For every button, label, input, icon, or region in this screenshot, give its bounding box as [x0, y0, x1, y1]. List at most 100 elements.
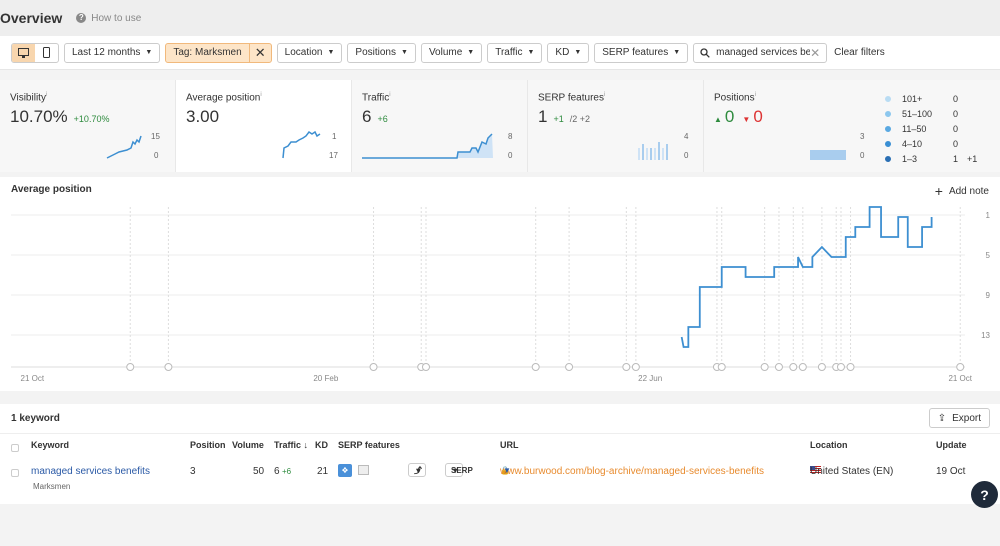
col-update[interactable]: Update: [936, 440, 967, 450]
col-url[interactable]: URL: [500, 440, 519, 450]
visibility-card[interactable]: Visibilityi 10.70% +10.70% 15 0: [0, 80, 176, 172]
note-marker: [565, 363, 574, 371]
positions-dropdown[interactable]: Positions ▼: [347, 42, 416, 63]
tag-filter[interactable]: Tag: Marksmen ✕: [165, 42, 272, 63]
legend-count: 1: [953, 153, 959, 164]
info-icon: i: [45, 92, 48, 98]
visibility-delta: +10.70%: [73, 114, 110, 125]
chevron-down-icon: ▼: [401, 49, 408, 56]
position-cell: 3: [190, 466, 196, 477]
close-icon[interactable]: ✕: [248, 43, 271, 62]
visibility-label: Visibility: [10, 92, 46, 104]
export-button[interactable]: ⇪ Export: [928, 408, 990, 428]
note-marker: [631, 363, 640, 371]
average-position-chart[interactable]: 1 5 9 13 21 Oct 20 Feb 22 Jun 21 Oct: [0, 177, 1000, 391]
kd-cell: 21: [317, 466, 329, 477]
info-icon: i: [603, 92, 606, 98]
col-keyword[interactable]: Keyword: [31, 440, 69, 450]
average-position-label: Average position: [186, 92, 261, 104]
note-marker: [774, 363, 783, 371]
positions-axis-top: 3: [860, 132, 865, 141]
legend-label: 4–10: [902, 138, 923, 149]
average-position-card[interactable]: Average positioni 3.00 1 17: [176, 80, 352, 172]
serp-features-sparkline: [638, 142, 668, 160]
chevron-down-icon: ▼: [527, 49, 535, 56]
clear-search-icon[interactable]: ✕: [810, 46, 820, 60]
row-checkbox[interactable]: [11, 469, 19, 477]
legend-count: 0: [953, 123, 959, 134]
volume-cell: 50: [253, 466, 265, 477]
legend-dot: [885, 95, 891, 102]
search-input[interactable]: managed services be ✕: [693, 42, 828, 63]
traffic-delta: +6: [377, 114, 388, 125]
chevron-down-icon[interactable]: ▼: [503, 466, 511, 475]
kd-label: KD: [555, 47, 570, 58]
col-position[interactable]: Position: [190, 440, 226, 450]
y-tick-label: 5: [986, 251, 991, 260]
serp-features-card-label: SERP features: [538, 92, 604, 104]
note-marker: [164, 363, 173, 371]
positions-axis-bottom: 0: [860, 151, 865, 160]
visibility-sparkline: [106, 135, 142, 159]
visibility-axis-bottom: 0: [154, 151, 159, 160]
export-icon: ⇪: [937, 412, 947, 424]
question-icon: ?: [76, 13, 87, 23]
help-button[interactable]: ?: [971, 481, 998, 508]
serp-features-axis-top: 4: [684, 132, 689, 141]
average-position-chart-panel: Average position + Add note 1 5 9 13 21 Oct 20…: [0, 177, 1000, 391]
serp-button[interactable]: SERP ▾: [445, 463, 473, 477]
average-position-axis-top: 1: [332, 132, 337, 141]
update-cell: 19 Oct: [936, 466, 966, 477]
note-marker: [836, 363, 845, 371]
chevron-down-icon: ▼: [673, 49, 681, 56]
location-dropdown[interactable]: Location ▼: [276, 42, 343, 63]
col-location[interactable]: Location: [810, 440, 848, 450]
table-row: managed services benefits Marksmen 3 50 …: [0, 463, 1000, 496]
positions-label: Positions: [355, 47, 396, 58]
volume-dropdown[interactable]: Volume ▼: [420, 42, 483, 63]
legend-label: 1–3: [902, 153, 918, 164]
legend-dot: [885, 125, 891, 132]
legend-row: 1–3 1 +1: [885, 151, 977, 166]
serp-features-dropdown[interactable]: SERP features ▼: [594, 42, 689, 63]
arrow-up-icon: ▲: [714, 115, 722, 125]
visibility-axis-top: 15: [151, 132, 160, 141]
note-marker: [760, 363, 769, 371]
x-tick-label: 21 Oct: [21, 374, 45, 383]
legend-row: 4–10 0: [885, 136, 977, 151]
tag-filter-label: Tag: Marksmen: [173, 47, 242, 58]
legend-label: 101+: [902, 93, 923, 104]
mobile-icon[interactable]: [35, 44, 58, 62]
y-tick-label: 9: [986, 291, 991, 300]
metrics-row: Visibilityi 10.70% +10.70% 15 0 Average p…: [0, 80, 1000, 172]
kd-dropdown[interactable]: KD ▼: [547, 42, 590, 63]
export-label: Export: [952, 412, 981, 424]
clear-filters-button[interactable]: Clear filters: [834, 47, 885, 58]
chevron-down-icon: ▼: [467, 49, 475, 56]
visibility-value: 10.70%: [10, 107, 68, 127]
location-label: Location: [284, 47, 323, 58]
serp-feature-icon[interactable]: ❖: [338, 464, 352, 477]
desktop-icon[interactable]: [12, 43, 35, 62]
keywords-panel: 1 keyword ⇪ Export Keyword Position Volum…: [0, 404, 1000, 504]
col-serp-features[interactable]: SERP features: [338, 440, 400, 450]
volume-label: Volume: [428, 47, 463, 58]
x-tick-label: 21 Oct: [948, 374, 972, 383]
note-marker: [798, 363, 807, 371]
keywords-header: 1 keyword ⇪ Export: [0, 404, 1000, 434]
legend-dot: [885, 140, 891, 147]
how-to-use-link[interactable]: ? How to use: [76, 13, 141, 24]
legend-count: 0: [953, 108, 959, 119]
col-kd[interactable]: KD: [315, 440, 328, 450]
traffic-card[interactable]: Traffici 6 +6 8 0: [352, 80, 528, 172]
position-history-button[interactable]: ⤴ ▾: [408, 463, 427, 477]
traffic-cell: 6: [274, 466, 280, 477]
keyword-count: 1 keyword: [11, 413, 60, 424]
col-traffic[interactable]: Traffic ↓: [274, 440, 308, 450]
select-all-checkbox[interactable]: [11, 444, 19, 452]
traffic-dropdown[interactable]: Traffic ▼: [487, 42, 543, 63]
period-dropdown[interactable]: Last 12 months ▼: [64, 42, 161, 63]
col-volume[interactable]: Volume: [232, 440, 264, 450]
serp-features-card[interactable]: SERP featuresi 1 +1/2 +2 4 0: [528, 80, 704, 172]
keyword-link[interactable]: managed services benefits: [31, 466, 150, 477]
